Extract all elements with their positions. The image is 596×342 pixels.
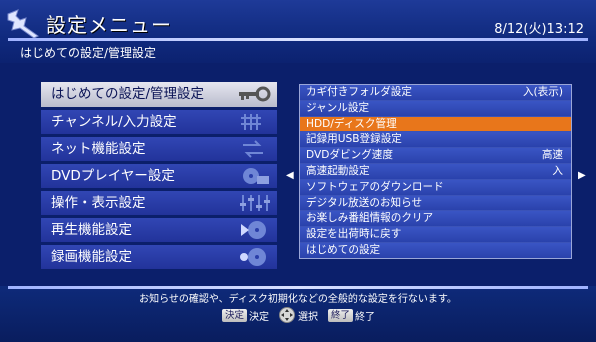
list-item-label: 設定を出荷時に戻す <box>306 228 402 241</box>
list-item-value: 高速 <box>541 149 563 162</box>
list-item[interactable]: DVDダビング速度 高速 <box>300 148 571 164</box>
list-item[interactable]: 高速起動設定 入 <box>300 163 571 180</box>
enter-label: 決定 <box>249 311 270 323</box>
menu-item-channel-input[interactable]: チャンネル/入力設定 <box>41 110 277 134</box>
wrench-icon <box>7 9 39 38</box>
scroll-left-arrow-icon[interactable]: ◀ <box>286 170 294 181</box>
dvd-player-icon <box>243 168 269 184</box>
list-item-label: デジタル放送のお知らせ <box>306 196 423 209</box>
title-divider <box>8 38 588 41</box>
menu-item-operation-display[interactable]: 操作・表示設定 <box>41 191 277 215</box>
list-item[interactable]: デジタル放送のお知らせ <box>300 195 571 212</box>
dpad-icon <box>279 307 296 323</box>
page-title: 設定メニュー <box>46 12 172 37</box>
list-item-label: はじめての設定 <box>306 243 381 256</box>
menu-item-label: 操作・表示設定 <box>51 195 146 211</box>
menu-item-label: 再生機能設定 <box>51 222 132 238</box>
key-icon <box>239 86 271 102</box>
list-item[interactable]: ジャンル設定 <box>300 100 571 117</box>
list-item-label: DVDダビング速度 <box>306 149 393 162</box>
list-item[interactable]: お楽しみ番組情報のクリア <box>300 211 571 228</box>
exit-key-badge: 終了 <box>328 308 354 322</box>
header-bar: 設定メニュー 8/12(火)13:12 はじめての設定/管理設定 <box>0 0 596 63</box>
list-item-selected[interactable]: HDD/ディスク管理 <box>300 116 571 133</box>
control-legend: 決定 決定 選択 終了 終了 <box>222 307 385 323</box>
list-item[interactable]: はじめての設定 <box>300 242 571 258</box>
title-row: 設定メニュー <box>4 6 172 40</box>
menu-item-playback[interactable]: 再生機能設定 <box>41 218 277 242</box>
enter-key-badge: 決定 <box>222 308 248 322</box>
list-item-value: 入 <box>552 164 563 177</box>
help-text: お知らせの確認や、ディスク初期化などの全般的な設定を行ないます。 <box>139 294 457 305</box>
clock: 8/12(火)13:12 <box>494 22 584 37</box>
category-menu: はじめての設定/管理設定 チャンネル/入力設定 ネット機能設定 DVDプレイヤー… <box>41 82 277 272</box>
scroll-right-arrow-icon[interactable]: ▶ <box>578 170 586 181</box>
list-item-label: HDD/ディスク管理 <box>306 117 397 130</box>
sliders-icon <box>240 195 270 211</box>
disc-record-icon <box>240 248 266 266</box>
network-icon <box>243 140 263 158</box>
menu-item-label: DVDプレイヤー設定 <box>51 168 175 184</box>
list-item-value: 入(表示) <box>522 86 563 98</box>
list-item[interactable]: カギ付きフォルダ設定 入(表示) <box>300 85 571 101</box>
menu-item-recording[interactable]: 録画機能設定 <box>41 245 277 269</box>
list-item-label: お楽しみ番組情報のクリア <box>306 212 434 225</box>
exit-label: 終了 <box>355 311 376 323</box>
footer-bar: お知らせの確認や、ディスク初期化などの全般的な設定を行ないます。 決定 決定 選… <box>0 286 596 342</box>
footer-divider <box>8 286 588 289</box>
list-item-label: 記録用USB登録設定 <box>306 133 402 146</box>
list-item-label: カギ付きフォルダ設定 <box>306 86 412 98</box>
list-item-label: ソフトウェアのダウンロード <box>306 180 444 193</box>
menu-item-network[interactable]: ネット機能設定 <box>41 137 277 161</box>
list-item[interactable]: ソフトウェアのダウンロード <box>300 179 571 196</box>
antenna-icon <box>241 114 261 130</box>
list-item[interactable]: 記録用USB登録設定 <box>300 132 571 149</box>
menu-item-dvd-player[interactable]: DVDプレイヤー設定 <box>41 164 277 188</box>
menu-item-label: 録画機能設定 <box>51 249 132 265</box>
breadcrumb: はじめての設定/管理設定 <box>20 46 157 60</box>
list-item[interactable]: 設定を出荷時に戻す <box>300 227 571 243</box>
menu-item-label: はじめての設定/管理設定 <box>51 86 205 102</box>
menu-item-initial-settings[interactable]: はじめての設定/管理設定 <box>41 82 277 107</box>
list-item-label: ジャンル設定 <box>306 101 370 114</box>
settings-list: カギ付きフォルダ設定 入(表示) ジャンル設定 HDD/ディスク管理 記録用USB… <box>299 84 572 259</box>
select-label: 選択 <box>298 311 319 323</box>
menu-item-label: チャンネル/入力設定 <box>51 114 177 130</box>
menu-item-label: ネット機能設定 <box>51 141 146 157</box>
disc-play-icon <box>241 221 266 239</box>
list-item-label: 高速起動設定 <box>306 164 370 177</box>
